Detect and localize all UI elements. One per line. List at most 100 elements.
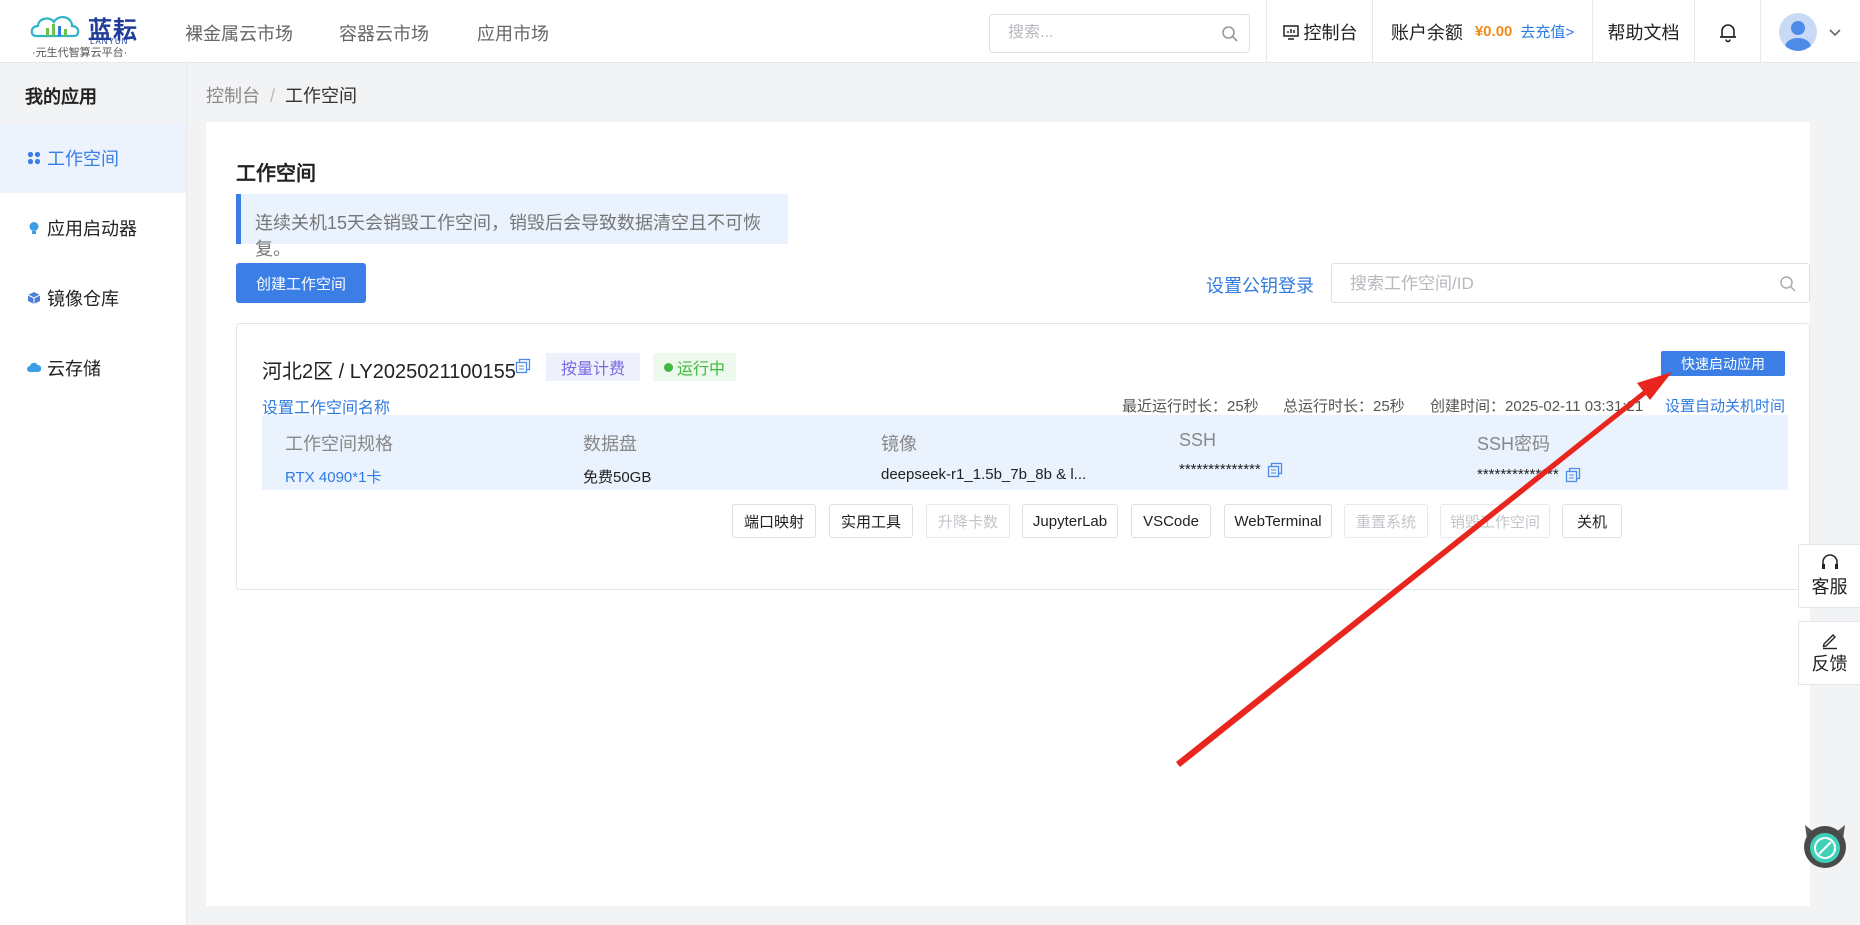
utilities-button[interactable]: 实用工具 (829, 504, 913, 538)
image-label: 镜像 (881, 434, 917, 454)
ssh-password-row: ************** (1477, 466, 1581, 483)
help-docs-label: 帮助文档 (1607, 22, 1680, 43)
monitor-icon (1282, 24, 1299, 40)
workspace-search[interactable] (1331, 263, 1810, 303)
nav-app-market[interactable]: 应用市场 (477, 20, 549, 46)
sidebar-item-app-launcher[interactable]: 应用启动器 (0, 193, 186, 263)
status-badge: 运行中 (653, 353, 736, 381)
main-panel: 工作空间 连续关机15天会销毁工作空间，销毁后会导致数据清空且不可恢复。 创建工… (206, 122, 1810, 906)
cloud-icon (27, 362, 41, 372)
set-auto-shutdown-link[interactable]: 设置自动关机时间 (1665, 395, 1785, 416)
ssh-value-row: ************** (1179, 461, 1283, 478)
ssh-password-column: SSH密码 ************** (1477, 430, 1581, 483)
customer-service-button[interactable]: 客服 (1799, 545, 1860, 607)
spec-label: 工作空间规格 (285, 434, 393, 454)
avatar[interactable] (1778, 12, 1817, 51)
top-navbar: 蓝耘 LANYUN ·元生代智算云平台· 裸金属云市场 容器云市场 应用市场 控… (0, 0, 1860, 63)
destroy-workspace-button[interactable]: 销毁工作空间 (1440, 504, 1550, 538)
reset-system-button[interactable]: 重置系统 (1344, 504, 1428, 538)
sidebar-item-workspace[interactable]: 工作空间 (0, 123, 186, 193)
account-balance: 账户余额 ¥0.00 去充值> (1372, 0, 1592, 63)
cube-icon (27, 292, 41, 304)
copy-icon[interactable] (1565, 467, 1581, 483)
sidebar-item-image-repo[interactable]: 镜像仓库 (0, 263, 186, 333)
create-workspace-button[interactable]: 创建工作空间 (236, 263, 366, 303)
disk-column: 数据盘 免费50GB (583, 430, 651, 487)
breadcrumb-current: 工作空间 (285, 86, 358, 106)
sidebar-item-cloud-storage[interactable]: 云存储 (0, 333, 186, 403)
image-column: 镜像 deepseek-r1_1.5b_7b_8b & l... (881, 430, 1086, 483)
ssh-column: SSH ************** (1179, 430, 1283, 478)
ssh-password-label: SSH密码 (1477, 434, 1551, 454)
port-mapping-button[interactable]: 端口映射 (732, 504, 816, 538)
jupyterlab-button[interactable]: JupyterLab (1022, 504, 1118, 538)
sidebar-item-label: 应用启动器 (47, 219, 137, 239)
console-label: 控制台 (1303, 22, 1358, 43)
global-search[interactable] (989, 14, 1250, 53)
destroy-notice: 连续关机15天会销毁工作空间，销毁后会导致数据清空且不可恢复。 (236, 194, 788, 259)
spec-value[interactable]: RTX 4090*1卡 (285, 466, 393, 487)
balance-amount: ¥0.00 (1474, 23, 1513, 40)
bulb-icon (29, 222, 39, 234)
sidebar-title: 我的应用 (0, 63, 186, 123)
total-runtime: 总运行时长：25秒 (1283, 398, 1405, 415)
ssh-value: ************** (1179, 461, 1261, 478)
notification-button[interactable] (1694, 0, 1760, 63)
sidebar: 我的应用 工作空间 应用启动器 镜像仓库 云存储 (0, 63, 187, 925)
mascot-assistant-icon[interactable] (1797, 815, 1853, 871)
copy-icon[interactable] (1267, 462, 1283, 478)
pencil-icon (1822, 634, 1837, 650)
customer-service-label: 客服 (1811, 577, 1848, 597)
vscode-button[interactable]: VSCode (1131, 504, 1211, 538)
recharge-link[interactable]: 去充值> (1520, 21, 1574, 42)
recent-runtime: 最近运行时长：25秒 (1122, 398, 1259, 415)
ssh-password-value: ************** (1477, 466, 1559, 483)
workspace-title: 河北2区 / LY2025021100155 (262, 361, 516, 383)
workspace-search-input[interactable] (1350, 274, 1750, 294)
feedback-label: 反馈 (1811, 654, 1848, 674)
status-dot-icon (663, 362, 673, 372)
scale-gpu-button[interactable]: 升降卡数 (926, 504, 1010, 538)
user-menu[interactable] (1760, 0, 1860, 63)
help-docs-link[interactable]: 帮助文档 (1592, 0, 1694, 63)
console-button[interactable]: 控制台 (1266, 0, 1372, 63)
nav-bare-metal[interactable]: 裸金属云市场 (185, 20, 293, 46)
sidebar-item-label: 镜像仓库 (47, 289, 119, 309)
copy-icon[interactable] (515, 358, 531, 374)
created-time: 创建时间：2025-02-11 03:31:21 (1430, 398, 1644, 415)
page-title: 工作空间 (236, 163, 316, 185)
global-search-input[interactable] (1008, 24, 1208, 42)
chevron-down-icon[interactable] (1827, 24, 1843, 40)
bell-icon (1719, 23, 1736, 42)
image-value: deepseek-r1_1.5b_7b_8b & l... (881, 466, 1087, 483)
status-label: 运行中 (676, 361, 725, 378)
disk-label: 数据盘 (583, 434, 637, 454)
set-pubkey-login-link[interactable]: 设置公钥登录 (1206, 272, 1314, 298)
float-service[interactable]: 客服 (1798, 544, 1860, 608)
logo[interactable]: 蓝耘 LANYUN ·元生代智算云平台· (26, 6, 176, 59)
headset-icon (1821, 554, 1838, 569)
spec-column: 工作空间规格 RTX 4090*1卡 (285, 430, 393, 487)
sidebar-item-label: 工作空间 (47, 149, 119, 169)
breadcrumb-separator: / (270, 86, 276, 106)
logo-cloud-icon (30, 16, 80, 38)
balance-label: 账户余额 (1390, 22, 1463, 43)
ssh-label: SSH (1179, 430, 1217, 450)
workspace-spec-panel: 工作空间规格 RTX 4090*1卡 数据盘 免费50GB 镜像 deepsee… (262, 415, 1788, 490)
float-feedback[interactable]: 反馈 (1798, 621, 1860, 685)
grid-icon (27, 151, 41, 165)
feedback-button[interactable]: 反馈 (1799, 622, 1860, 684)
shutdown-button[interactable]: 关机 (1562, 504, 1622, 538)
workspace-card: 河北2区 / LY2025021100155 按量计费 运行中 快速启动应用 设… (236, 323, 1810, 590)
logo-slogan: ·元生代智算云平台· (32, 47, 128, 59)
webterminal-button[interactable]: WebTerminal (1224, 504, 1332, 538)
nav-container-cloud[interactable]: 容器云市场 (339, 20, 429, 46)
search-icon[interactable] (1221, 25, 1239, 43)
disk-value: 免费50GB (583, 469, 652, 486)
breadcrumb: 控制台 / 工作空间 (206, 82, 357, 108)
quick-launch-app-button[interactable]: 快速启动应用 (1661, 351, 1785, 376)
sidebar-item-label: 云存储 (47, 359, 101, 379)
search-icon[interactable] (1779, 275, 1797, 293)
breadcrumb-root[interactable]: 控制台 (206, 86, 260, 106)
billing-tag: 按量计费 (546, 353, 640, 381)
